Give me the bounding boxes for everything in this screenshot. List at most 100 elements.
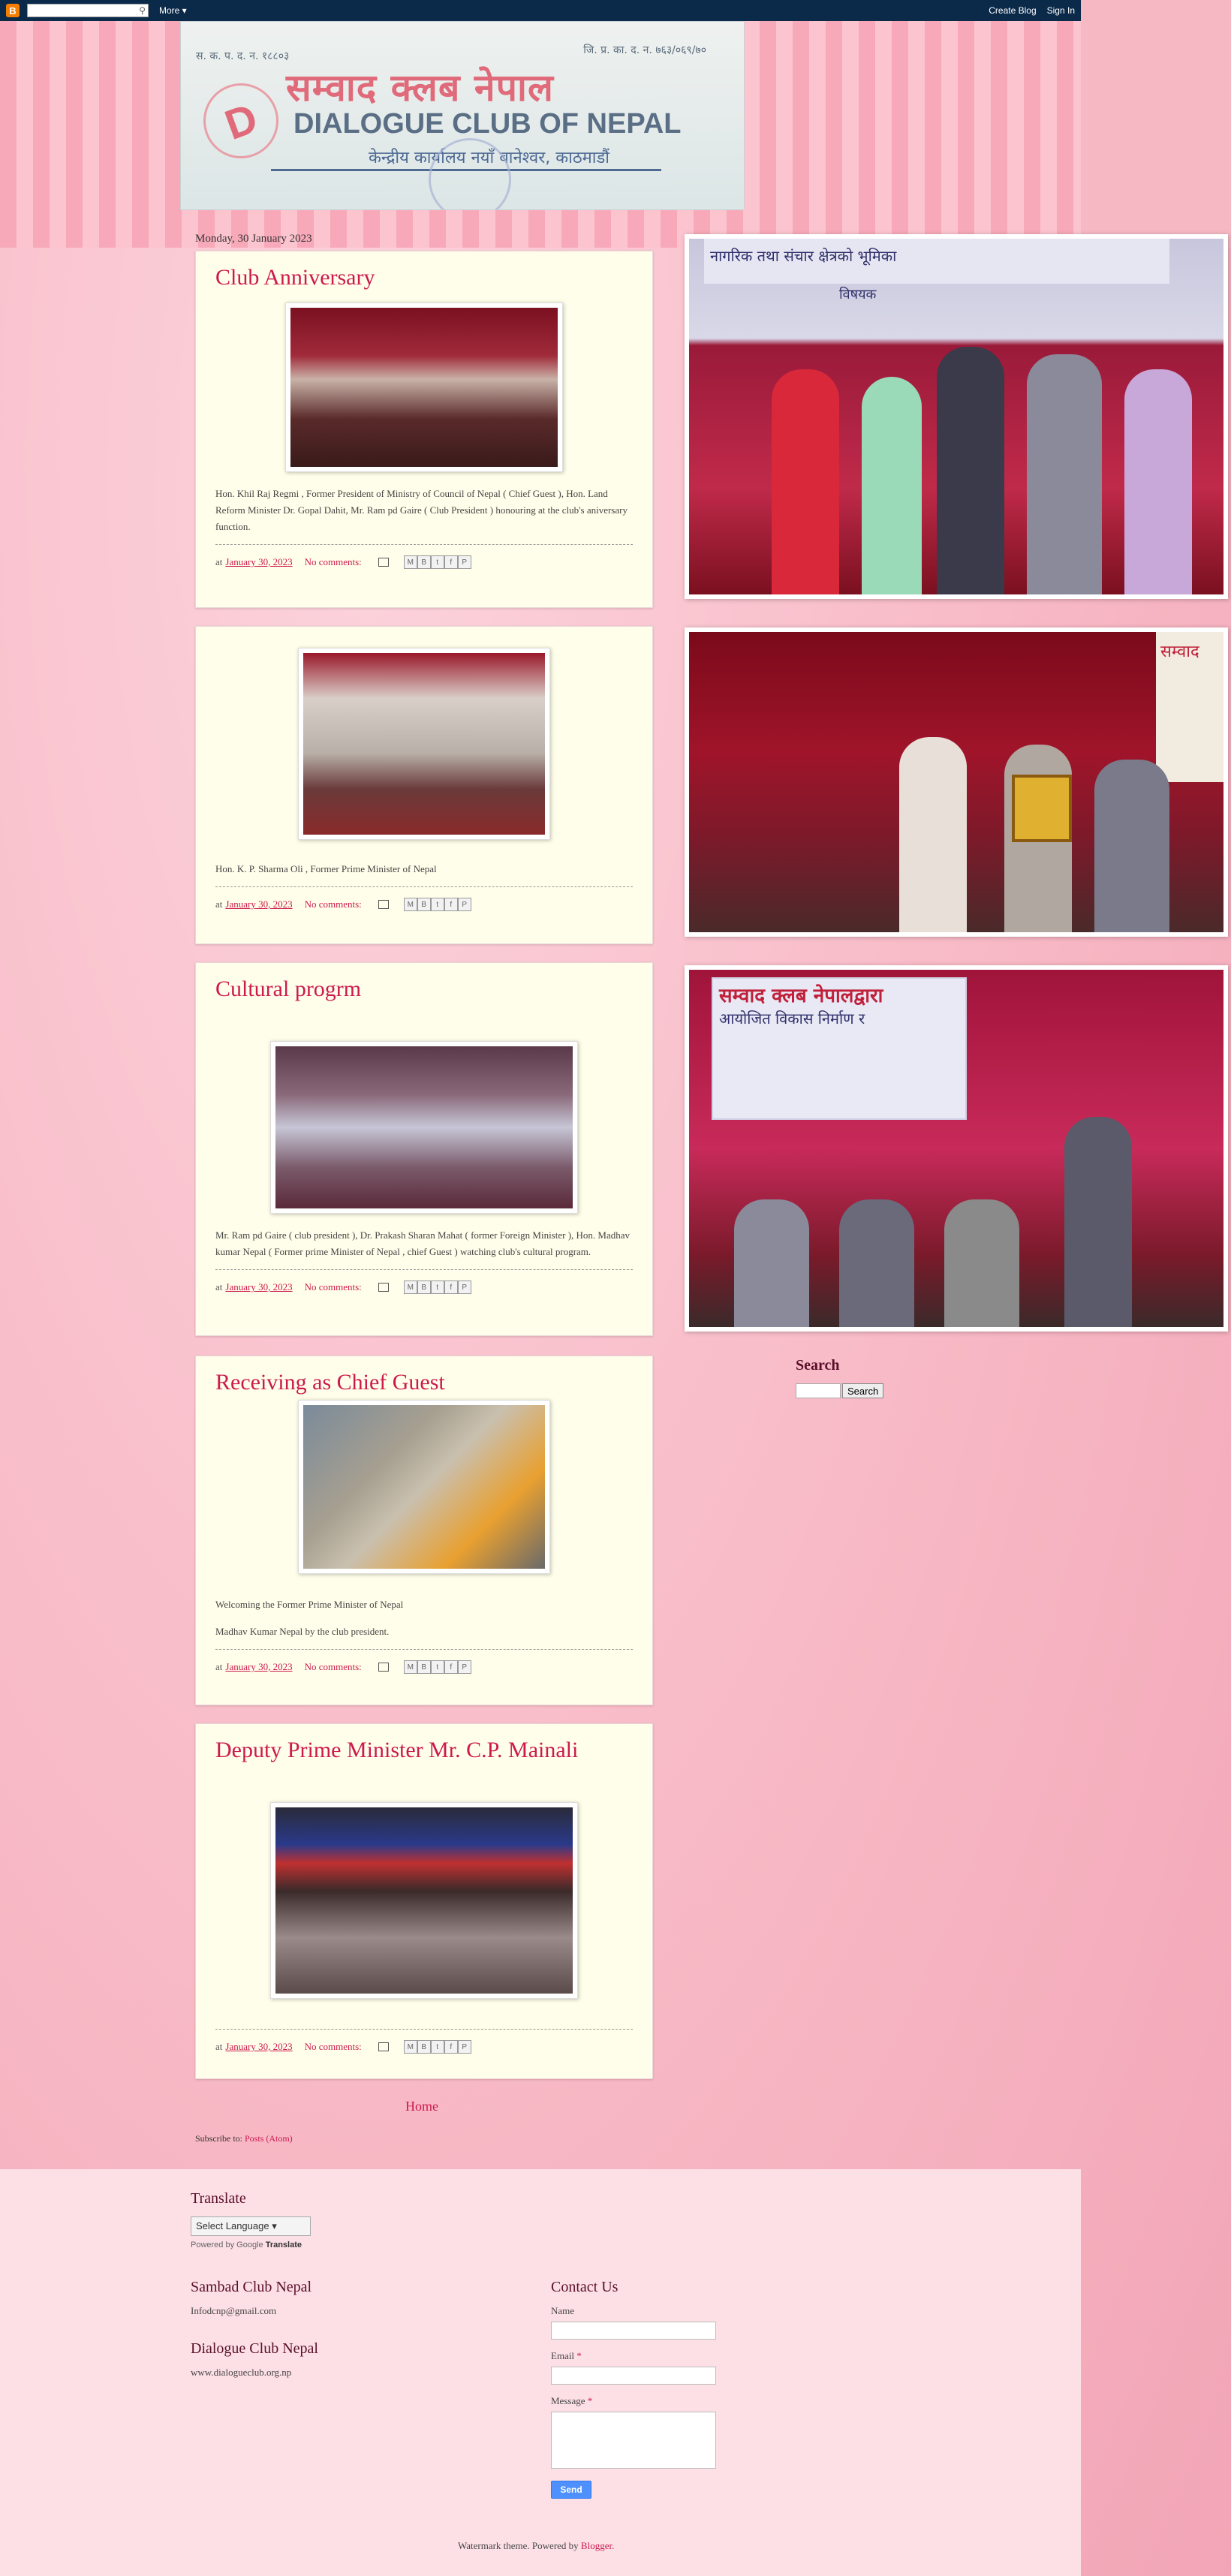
- post-photo[interactable]: [285, 302, 563, 472]
- share-facebook-icon[interactable]: f: [444, 898, 458, 911]
- post-comments-link[interactable]: No comments:: [305, 898, 362, 910]
- post-at-label: at: [215, 556, 223, 567]
- blogger-logo-icon[interactable]: B: [6, 4, 20, 17]
- share-email-icon[interactable]: M: [403, 898, 417, 911]
- share-buttons: M B t f P: [403, 1280, 471, 1294]
- post-photo[interactable]: [298, 648, 550, 840]
- post-photo[interactable]: [270, 1802, 578, 1999]
- award-plaque: [1012, 775, 1072, 842]
- email-field[interactable]: [551, 2367, 716, 2385]
- sign-in-link[interactable]: Sign In: [1047, 5, 1075, 16]
- share-pinterest-icon[interactable]: P: [457, 1660, 471, 1674]
- subscribe-line: Subscribe to: Posts (Atom): [195, 2133, 293, 2144]
- share-twitter-icon[interactable]: t: [430, 2040, 444, 2054]
- post-at-label: at: [215, 1281, 223, 1293]
- sidebar-photo[interactable]: नागरिक तथा संचार क्षेत्रको भूमिका विषयक: [685, 234, 1228, 599]
- share-pinterest-icon[interactable]: P: [457, 1280, 471, 1294]
- search-input[interactable]: [796, 1383, 841, 1398]
- post-at-label: at: [215, 898, 223, 910]
- post-comments-link[interactable]: No comments:: [305, 1661, 362, 1673]
- post-footer: at January 30, 2023 No comments: M B t f…: [215, 2029, 633, 2054]
- post-photo[interactable]: [298, 1400, 550, 1574]
- share-email-icon[interactable]: M: [403, 1660, 417, 1674]
- powered-by-label: Powered by: [191, 2240, 235, 2249]
- post-photo[interactable]: [270, 1041, 578, 1214]
- post-body: Welcoming the Former Prime Minister of N…: [215, 1599, 404, 1610]
- post-title[interactable]: Club Anniversary: [215, 265, 633, 290]
- post-timestamp-link[interactable]: January 30, 2023: [225, 1661, 292, 1673]
- google-logo-icon[interactable]: Google: [236, 2240, 263, 2249]
- email-post-icon[interactable]: [378, 1663, 389, 1672]
- email-post-icon[interactable]: [378, 1283, 389, 1292]
- post-timestamp-link[interactable]: January 30, 2023: [225, 556, 292, 568]
- header-registration-right: जि. प्र. का. द. न. ७६३/०६९/७०: [583, 44, 706, 56]
- blog-post: Club Anniversary Hon. Khil Raj Regmi , F…: [195, 251, 653, 608]
- share-pinterest-icon[interactable]: P: [457, 2040, 471, 2054]
- navbar-search-input[interactable]: ⚲: [27, 4, 149, 17]
- post-body: Hon. Khil Raj Regmi , Former President o…: [215, 488, 628, 532]
- send-button[interactable]: Send: [551, 2481, 591, 2499]
- post-timestamp-link[interactable]: January 30, 2023: [225, 898, 292, 910]
- message-label-row: Message *: [551, 2395, 716, 2407]
- post-title[interactable]: Receiving as Chief Guest: [215, 1370, 633, 1395]
- blogger-link[interactable]: Blogger.: [581, 2540, 614, 2551]
- search-button[interactable]: Search: [842, 1383, 884, 1398]
- header-title-nepali: सम्वाद क्लब नेपाल: [286, 66, 554, 110]
- post-timestamp-link[interactable]: January 30, 2023: [225, 2041, 292, 2053]
- translate-brand[interactable]: Translate: [266, 2240, 302, 2249]
- dialogue-widget: Dialogue Club Nepal www.dialogueclub.org…: [191, 2340, 318, 2379]
- share-facebook-icon[interactable]: f: [444, 1660, 458, 1674]
- share-email-icon[interactable]: M: [403, 555, 417, 569]
- share-pinterest-icon[interactable]: P: [457, 555, 471, 569]
- create-blog-link[interactable]: Create Blog: [989, 5, 1036, 16]
- sidebar-photo[interactable]: सम्वाद क्लब नेपालद्वारा आयोजित विकास निर…: [685, 965, 1228, 1332]
- attribution: Watermark theme. Powered by Blogger.: [458, 2540, 614, 2552]
- share-twitter-icon[interactable]: t: [430, 1280, 444, 1294]
- subscribe-atom-link[interactable]: Posts (Atom): [245, 2133, 293, 2144]
- sidebar-photo-banner: नागरिक तथा संचार क्षेत्रको भूमिका: [704, 239, 1169, 284]
- home-link[interactable]: Home: [405, 2099, 438, 2114]
- share-twitter-icon[interactable]: t: [430, 555, 444, 569]
- powered-by-google: Powered by Google Translate: [191, 2240, 311, 2249]
- share-blogthis-icon[interactable]: B: [417, 2040, 431, 2054]
- language-select[interactable]: Select Language ▾: [191, 2216, 311, 2236]
- email-label-row: Email *: [551, 2350, 716, 2362]
- share-blogthis-icon[interactable]: B: [417, 555, 431, 569]
- sambad-widget: Sambad Club Nepal Infodcnp@gmail.com: [191, 2279, 312, 2317]
- sidebar-photo-banner-sub: विषयक: [839, 287, 877, 302]
- email-post-icon[interactable]: [378, 558, 389, 567]
- post-comments-link[interactable]: No comments:: [305, 556, 362, 568]
- email-post-icon[interactable]: [378, 900, 389, 909]
- person-figure: [1124, 369, 1192, 594]
- share-email-icon[interactable]: M: [403, 2040, 417, 2054]
- name-field[interactable]: [551, 2322, 716, 2340]
- share-twitter-icon[interactable]: t: [430, 1660, 444, 1674]
- header-registration-left: स. क. प. द. न. १८८०३: [196, 50, 290, 62]
- share-blogthis-icon[interactable]: B: [417, 1660, 431, 1674]
- share-facebook-icon[interactable]: f: [444, 555, 458, 569]
- share-facebook-icon[interactable]: f: [444, 2040, 458, 2054]
- share-pinterest-icon[interactable]: P: [457, 898, 471, 911]
- post-comments-link[interactable]: No comments:: [305, 2041, 362, 2053]
- search-icon[interactable]: ⚲: [139, 5, 146, 16]
- post-title[interactable]: Deputy Prime Minister Mr. C.P. Mainali: [215, 1738, 633, 1763]
- sidebar-photo[interactable]: सम्वाद: [685, 627, 1228, 937]
- share-blogthis-icon[interactable]: B: [417, 1280, 431, 1294]
- blog-post: Receiving as Chief Guest Welcoming the F…: [195, 1356, 653, 1705]
- header-banner-image[interactable]: स. क. प. द. न. १८८०३ जि. प्र. का. द. न. …: [180, 21, 745, 210]
- email-post-icon[interactable]: [378, 2042, 389, 2051]
- person-figure: [734, 1199, 809, 1327]
- message-field[interactable]: [551, 2412, 716, 2469]
- post-at-label: at: [215, 1661, 223, 1672]
- share-facebook-icon[interactable]: f: [444, 1280, 458, 1294]
- sidebar-photo-banner-text: नागरिक तथा संचार क्षेत्रको भूमिका: [710, 247, 897, 265]
- share-twitter-icon[interactable]: t: [430, 898, 444, 911]
- blogger-navbar: B ⚲ More ▾ Create Blog Sign In: [0, 0, 1081, 21]
- more-menu-button[interactable]: More ▾: [159, 5, 187, 16]
- share-email-icon[interactable]: M: [403, 1280, 417, 1294]
- post-comments-link[interactable]: No comments:: [305, 1281, 362, 1293]
- post-title[interactable]: Cultural progrm: [215, 977, 633, 1002]
- post-timestamp-link[interactable]: January 30, 2023: [225, 1281, 292, 1293]
- sidebar-photo-banner: सम्वाद: [1156, 632, 1223, 782]
- share-blogthis-icon[interactable]: B: [417, 898, 431, 911]
